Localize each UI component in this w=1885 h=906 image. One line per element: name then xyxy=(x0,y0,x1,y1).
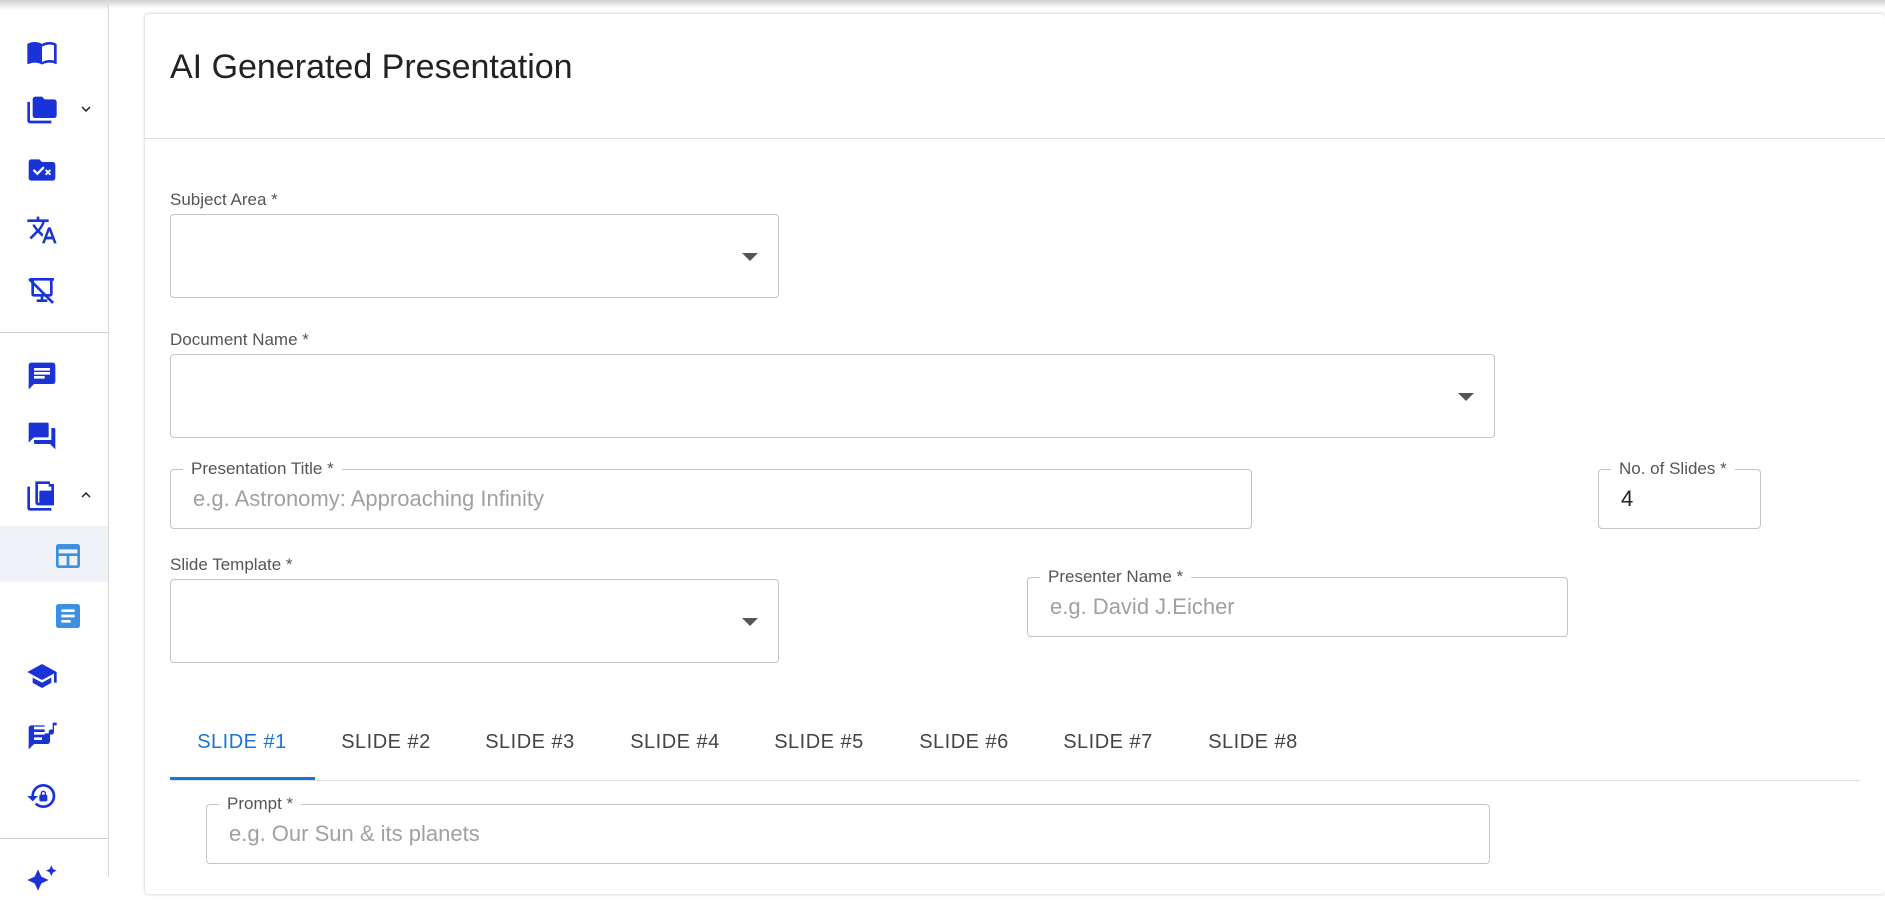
subject-area-select[interactable] xyxy=(170,214,779,298)
presentation-title-input[interactable] xyxy=(191,470,1231,528)
dropdown-arrow-icon xyxy=(742,618,758,626)
num-slides-input[interactable] xyxy=(1619,470,1740,528)
presentation-title-field[interactable]: Presentation Title * xyxy=(170,459,1252,529)
sidebar xyxy=(0,0,109,891)
sidebar-item-reading[interactable] xyxy=(0,22,108,78)
document-name-select[interactable] xyxy=(170,354,1495,438)
slide-template-select[interactable] xyxy=(170,579,779,663)
subject-area-label: Subject Area * xyxy=(170,190,278,209)
chevron-down-icon[interactable] xyxy=(76,100,96,118)
sidebar-item-presentation[interactable] xyxy=(0,260,108,316)
tab-slide-3[interactable]: SLIDE #3 xyxy=(458,706,602,778)
sidebar-item-school[interactable] xyxy=(0,646,108,702)
folder-check-icon xyxy=(24,154,60,186)
forum-icon xyxy=(24,420,60,452)
translate-icon xyxy=(24,214,60,246)
sidebar-item-chat[interactable] xyxy=(0,346,108,402)
sidebar-item-translate[interactable] xyxy=(0,200,108,256)
presentation-card: AI Generated Presentation Subject Area *… xyxy=(145,14,1885,894)
dropdown-arrow-icon xyxy=(1458,393,1474,401)
active-tab-indicator xyxy=(170,777,315,780)
tab-slide-7[interactable]: SLIDE #7 xyxy=(1036,706,1180,778)
tab-slide-4[interactable]: SLIDE #4 xyxy=(603,706,747,778)
slide-tabs: SLIDE #1 SLIDE #2 SLIDE #3 SLIDE #4 SLID… xyxy=(170,706,1860,781)
tab-slide-2[interactable]: SLIDE #2 xyxy=(314,706,458,778)
presenter-name-field[interactable]: Presenter Name * xyxy=(1027,567,1568,637)
chat-icon xyxy=(24,360,60,392)
slide-template-icon xyxy=(50,540,86,572)
library-icon xyxy=(24,480,60,512)
prompt-input[interactable] xyxy=(227,805,1469,863)
sidebar-item-ai[interactable] xyxy=(0,850,108,906)
dropdown-arrow-icon xyxy=(742,253,758,261)
sidebar-item-lock-reset[interactable] xyxy=(0,766,108,822)
sidebar-top-shadow xyxy=(0,0,108,10)
music-chat-icon xyxy=(24,720,60,752)
document-icon xyxy=(50,600,86,632)
sidebar-item-music-chat[interactable] xyxy=(0,706,108,762)
top-shadow xyxy=(0,0,1885,8)
card-header: AI Generated Presentation xyxy=(145,14,1885,139)
sidebar-item-slide-template[interactable] xyxy=(0,526,108,582)
slide-template-label: Slide Template * xyxy=(170,555,293,574)
tab-slide-8[interactable]: SLIDE #8 xyxy=(1181,706,1325,778)
sidebar-item-forum[interactable] xyxy=(0,406,108,462)
chevron-up-icon[interactable] xyxy=(76,486,96,504)
sidebar-item-document[interactable] xyxy=(0,586,108,642)
tab-slide-1[interactable]: SLIDE #1 xyxy=(170,706,314,778)
document-name-label: Document Name * xyxy=(170,330,309,349)
sidebar-divider xyxy=(0,838,108,839)
tab-slide-6[interactable]: SLIDE #6 xyxy=(892,706,1036,778)
graduation-cap-icon xyxy=(24,660,60,692)
sidebar-item-folders[interactable] xyxy=(0,80,108,136)
sidebar-divider xyxy=(0,332,108,333)
folders-icon xyxy=(24,94,60,126)
sidebar-item-folder-check[interactable] xyxy=(0,140,108,196)
sparkle-icon xyxy=(24,864,60,896)
page-title: AI Generated Presentation xyxy=(170,48,573,86)
presentation-off-icon xyxy=(24,274,60,306)
sidebar-item-library[interactable] xyxy=(0,466,108,522)
lock-reset-icon xyxy=(24,780,60,812)
presenter-name-input[interactable] xyxy=(1048,578,1547,636)
prompt-field[interactable]: Prompt * xyxy=(206,794,1490,864)
num-slides-field[interactable]: No. of Slides * xyxy=(1598,459,1761,529)
book-open-icon xyxy=(24,36,60,68)
tab-slide-5[interactable]: SLIDE #5 xyxy=(747,706,891,778)
